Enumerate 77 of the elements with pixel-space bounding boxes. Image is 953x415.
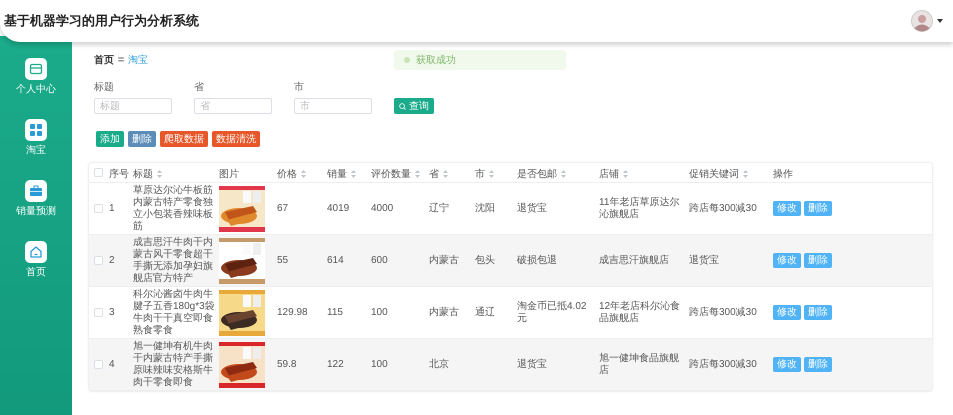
table-cell: 内蒙古 [429, 254, 459, 266]
breadcrumb-link[interactable]: 首页 [94, 52, 114, 68]
table-cell: 129.98 [277, 306, 308, 318]
input-field[interactable]: 标题 [94, 98, 172, 114]
table-cell: 4019 [327, 202, 350, 214]
table-cell: 59.8 [277, 358, 296, 370]
action-button[interactable]: 删除 [128, 131, 156, 147]
table-cell: 科尔沁酱卤牛肉牛腱子五香180g*3袋牛肉干干真空即食熟食零食 [133, 288, 215, 336]
table-cell: 跨店每300减30 [689, 358, 757, 370]
table-cell: 100 [371, 306, 388, 318]
action-button[interactable]: 爬取数据 [160, 131, 208, 147]
table-cell-text: 12年老店科尔沁食品旗舰店 [599, 300, 682, 324]
delete-button[interactable]: 删除 [804, 201, 832, 216]
column-header: 店铺 [599, 168, 619, 182]
edit-button[interactable]: 修改 [773, 305, 801, 320]
table-cell: 4000 [371, 202, 394, 214]
sidebar-item[interactable]: 销量预测 [16, 180, 56, 219]
table-cell-text: 草原达尔沁牛板筋内蒙古特产零食独立小包装香辣味板筋 [133, 184, 214, 232]
field-label: 省 [194, 80, 205, 95]
table-cell: 115 [327, 306, 343, 318]
table-cell: 辽宁 [429, 202, 449, 214]
search-button[interactable]: 查询 [394, 98, 434, 114]
table-cell-text: 旭一健坤有机牛肉干内蒙古特产手撕原味辣味安格斯牛肉干零食即食 [133, 340, 214, 388]
column-header: 评价数量 [371, 168, 411, 182]
table-cell: 100 [371, 358, 388, 370]
table-cell: 122 [327, 358, 344, 370]
column-header: 是否包邮 [517, 168, 557, 182]
delete-button[interactable]: 删除 [804, 305, 832, 320]
edit-button[interactable]: 修改 [773, 201, 801, 216]
table-cell: 1 [109, 202, 115, 214]
column-header: 操作 [773, 168, 793, 182]
table-cell: 退货宝 [689, 254, 719, 266]
table-cell: 600 [371, 254, 388, 266]
field-label: 市 [294, 80, 305, 95]
table-cell: 67 [277, 202, 288, 214]
column-header: 促销关键词 [689, 168, 739, 182]
column-header: 市 [475, 168, 485, 182]
app-title: 基于机器学习的用户行为分析系统 [4, 12, 199, 30]
column-header: 价格 [277, 168, 297, 182]
delete-button[interactable]: 删除 [804, 357, 832, 372]
field-label: 标题 [94, 80, 115, 95]
table-cell: 3 [109, 306, 115, 318]
message-text: 获取成功 [416, 54, 456, 68]
table-cell: 退货宝 [517, 202, 547, 214]
table-cell: 跨店每300减30 [689, 306, 757, 318]
table-cell: 北京 [429, 358, 449, 370]
table-cell-text: 成吉思汗牛肉干内蒙古风干零食超干手撕无添加孕妇旗舰店官方特产 [133, 236, 214, 284]
table-cell: 4 [109, 358, 115, 370]
table-cell: 通辽 [475, 306, 495, 318]
breadcrumb-current: 淘宝 [128, 54, 148, 68]
table-cell: 成吉思汗旗舰店 [599, 254, 669, 266]
table-cell: 跨店每300减30 [689, 202, 757, 214]
table-cell: 退货宝 [517, 358, 547, 370]
column-header: 标题 [133, 168, 153, 182]
table-cell: 614 [327, 254, 344, 266]
table-cell: 55 [277, 254, 288, 266]
table-cell: 沈阳 [475, 202, 495, 214]
column-header: 销量 [327, 168, 347, 182]
action-button[interactable]: 数据清洗 [212, 131, 260, 147]
table-cell-text: 淘金币已抵4.02元 [517, 300, 588, 324]
edit-button[interactable]: 修改 [773, 357, 801, 372]
input-field[interactable]: 市 [294, 98, 372, 114]
column-header: 序号 [109, 168, 129, 182]
edit-button[interactable]: 修改 [773, 253, 801, 268]
table-cell-text: 11年老店草原达尔沁旗舰店 [599, 196, 680, 220]
table-cell: 内蒙古 [429, 306, 459, 318]
column-header: 图片 [219, 168, 239, 182]
table-cell: 破损包退 [517, 254, 557, 266]
column-header: 省 [429, 168, 439, 182]
input-field[interactable]: 省 [194, 98, 272, 114]
table-cell: 包头 [475, 254, 495, 266]
delete-button[interactable]: 删除 [804, 253, 832, 268]
breadcrumb-separator: 〓 [117, 54, 125, 66]
action-button[interactable]: 添加 [96, 131, 124, 147]
sidebar-item[interactable]: 个人中心 [16, 58, 56, 97]
table-cell: 2 [109, 254, 115, 266]
table-cell-text: 旭一健坤食品旗舰店 [599, 352, 680, 376]
